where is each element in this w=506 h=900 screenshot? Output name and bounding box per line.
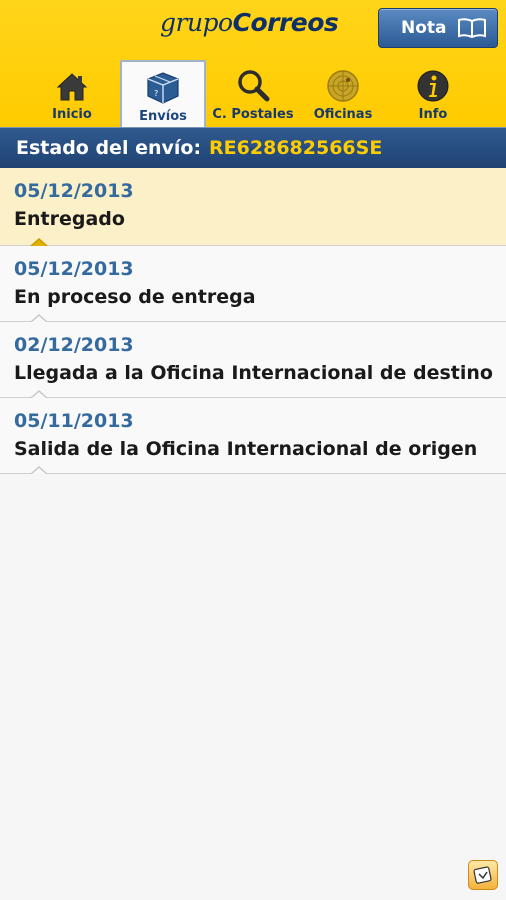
shipment-status-bar: Estado del envío: RE628682566SE (0, 127, 506, 168)
event-date: 05/11/2013 (14, 410, 134, 432)
tab-oficinas[interactable]: Oficinas (300, 60, 386, 126)
info-icon (417, 70, 449, 102)
item-pointer-icon (30, 238, 48, 246)
tab-envios-label: Envíos (139, 109, 187, 124)
search-icon (238, 70, 270, 102)
nota-button-label: Nota (401, 18, 447, 38)
home-icon (56, 73, 88, 101)
status-label: Estado del envío: (16, 137, 202, 159)
tracking-events-list: 05/12/2013 Entregado 05/12/2013 En proce… (0, 168, 506, 474)
event-description: Salida de la Oficina Internacional de or… (14, 438, 478, 460)
tracking-event[interactable]: 05/11/2013 Salida de la Oficina Internac… (0, 398, 506, 474)
radar-icon (327, 70, 359, 102)
tab-info[interactable]: Info (390, 60, 476, 126)
item-pointer-icon (30, 390, 48, 398)
app-header: grupoCorreos Nota Inicio ? Envíos C. Pos… (0, 0, 506, 127)
event-description: Llegada a la Oficina Internacional de de… (14, 362, 493, 384)
event-date: 05/12/2013 (14, 258, 134, 280)
grupo-correos-logo: grupoCorreos (160, 8, 339, 37)
event-date: 02/12/2013 (14, 334, 134, 356)
tracking-event[interactable]: 02/12/2013 Llegada a la Oficina Internac… (0, 322, 506, 398)
event-date: 05/12/2013 (14, 180, 134, 202)
tracking-number: RE628682566SE (209, 137, 383, 159)
package-icon: ? (147, 72, 179, 104)
tab-codigos-postales-label: C. Postales (212, 107, 294, 122)
tracking-event[interactable]: 05/12/2013 Entregado (0, 168, 506, 246)
nota-button[interactable]: Nota (378, 8, 498, 48)
app-shortcut-icon[interactable] (468, 860, 498, 890)
tab-info-label: Info (418, 107, 448, 122)
book-icon (458, 18, 486, 39)
tab-bar: Inicio ? Envíos C. Postales Oficinas Inf… (0, 60, 506, 127)
puzzle-icon (473, 866, 492, 884)
tab-inicio-label: Inicio (52, 107, 92, 122)
tab-inicio[interactable]: Inicio (29, 60, 115, 126)
item-pointer-icon (30, 466, 48, 474)
tab-codigos-postales[interactable]: C. Postales (210, 60, 296, 126)
tab-oficinas-label: Oficinas (313, 107, 373, 122)
svg-text:?: ? (154, 89, 158, 98)
item-pointer-icon (30, 314, 48, 322)
event-description: Entregado (14, 208, 125, 230)
tracking-event[interactable]: 05/12/2013 En proceso de entrega (0, 246, 506, 322)
event-description: En proceso de entrega (14, 286, 256, 308)
tab-envios[interactable]: ? Envíos (120, 60, 206, 127)
